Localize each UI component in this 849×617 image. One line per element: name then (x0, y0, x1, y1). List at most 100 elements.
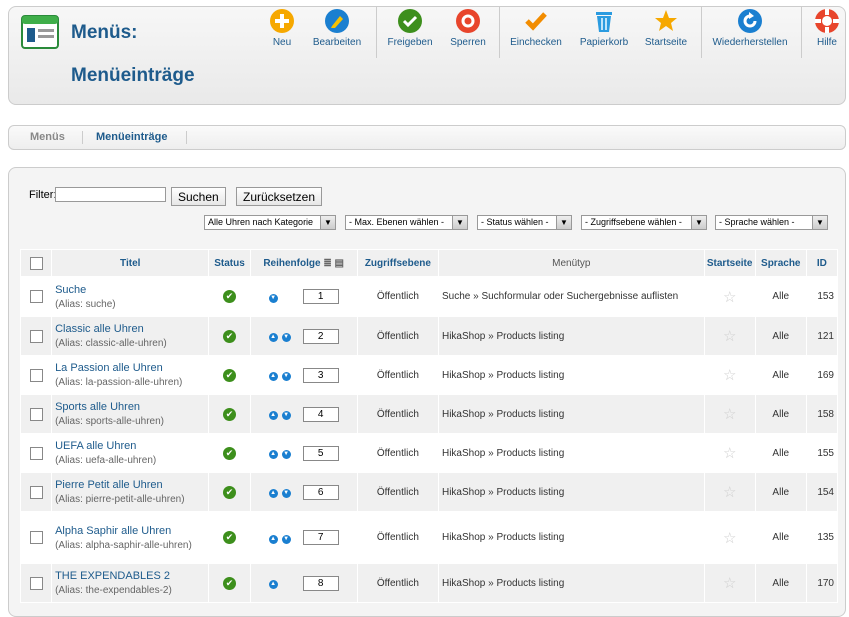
trash-button[interactable]: Papierkorb (576, 8, 632, 48)
max-levels-select[interactable]: - Max. Ebenen wählen - ▼ (345, 215, 468, 230)
row-checkbox[interactable] (29, 576, 43, 590)
language-cell: Alle (755, 395, 806, 433)
published-check-icon[interactable]: ✔ (222, 446, 236, 460)
column-header-ordering-label[interactable]: Reihenfolge (263, 258, 320, 269)
move-down-icon[interactable]: ▼ (281, 333, 291, 342)
star-icon[interactable]: ☆ (723, 289, 736, 306)
published-check-icon[interactable]: ✔ (222, 576, 236, 590)
table-row: Suche (Alias: suche) ✔ ▼ 1 Öffentlich Suche » … (21, 277, 837, 316)
column-header-title[interactable]: Titel (52, 250, 209, 276)
submenu-item-menus[interactable]: Menüs (30, 131, 65, 143)
checkin-button[interactable]: Einchecken (507, 8, 565, 48)
item-title-link[interactable]: Alpha Saphir alle Uhren (55, 525, 205, 537)
edit-button[interactable]: Bearbeiten (308, 8, 366, 48)
id-cell: 121 (806, 317, 837, 355)
move-down-icon[interactable]: ▼ (281, 534, 291, 544)
id-cell: 154 (806, 473, 837, 511)
item-title-link[interactable]: Classic alle Uhren (55, 323, 205, 335)
access-select[interactable]: - Zugriffsebene wählen - ▼ (581, 215, 707, 230)
published-check-icon[interactable]: ✔ (222, 368, 236, 382)
filter-search-input[interactable] (55, 187, 166, 202)
move-down-icon[interactable]: ▼ (281, 489, 291, 498)
published-check-icon[interactable]: ✔ (222, 485, 236, 499)
move-down-icon[interactable]: ▼ (268, 293, 278, 303)
star-icon[interactable]: ☆ (723, 575, 736, 592)
move-down-icon[interactable]: ▼ (281, 450, 291, 459)
menutype-cell: HikaShop » Products listing (438, 512, 704, 563)
access-cell: Öffentlich (357, 277, 438, 316)
published-check-icon[interactable]: ✔ (222, 290, 236, 303)
category-select[interactable]: Alle Uhren nach Kategorie ▼ (204, 215, 336, 230)
move-up-icon[interactable]: ▲ (268, 580, 278, 589)
move-up-icon[interactable]: ▲ (268, 534, 278, 544)
column-header-language[interactable]: Sprache (755, 250, 806, 276)
move-down-icon[interactable]: ▼ (281, 411, 291, 420)
help-button-label: Hilfe (816, 37, 837, 48)
row-checkbox-cell (21, 356, 52, 394)
published-check-icon[interactable]: ✔ (222, 329, 236, 343)
id-cell: 155 (806, 434, 837, 472)
table-row: Classic alle Uhren (Alias: classic-alle-u… (21, 317, 837, 355)
order-input[interactable]: 3 (302, 367, 339, 383)
item-title-link[interactable]: Pierre Petit alle Uhren (55, 479, 205, 491)
column-header-id[interactable]: ID (806, 250, 837, 276)
row-checkbox-cell (21, 277, 52, 316)
item-alias: (Alias: la-passion-alle-uhren) (55, 377, 183, 388)
title-cell: Sports alle Uhren (Alias: sports-alle-uhr… (52, 395, 209, 433)
column-header-status[interactable]: Status (209, 250, 250, 276)
row-checkbox[interactable] (29, 407, 43, 421)
move-up-icon[interactable]: ▲ (268, 372, 278, 381)
reset-button[interactable]: Zurücksetzen (236, 187, 323, 206)
order-input[interactable]: 1 (302, 289, 339, 304)
star-icon[interactable]: ☆ (723, 367, 736, 384)
status-select[interactable]: - Status wählen - ▼ (477, 215, 572, 230)
table-row: La Passion alle Uhren (Alias: la-passion-… (21, 356, 837, 394)
item-title-link[interactable]: THE EXPENDABLES 2 (55, 570, 205, 582)
row-checkbox[interactable] (29, 446, 43, 460)
column-header-home[interactable]: Startseite (704, 250, 755, 276)
publish-button[interactable]: Freigeben (383, 8, 437, 48)
row-checkbox[interactable] (29, 531, 43, 544)
order-input[interactable]: 7 (302, 530, 339, 545)
star-icon[interactable]: ☆ (723, 484, 736, 501)
unpublish-button[interactable]: Sperren (446, 8, 490, 48)
save-order-icon[interactable]: ▤ (335, 258, 344, 269)
move-down-icon[interactable]: ▼ (281, 372, 291, 381)
item-title-link[interactable]: UEFA alle Uhren (55, 440, 205, 452)
help-button[interactable]: Hilfe (812, 8, 842, 48)
status-cell: ✔ (209, 473, 250, 511)
item-title-link[interactable]: Suche (55, 284, 205, 296)
select-all-checkbox[interactable] (29, 256, 43, 270)
move-up-icon[interactable]: ▲ (268, 450, 278, 459)
restore-button[interactable]: Wiederherstellen (708, 8, 792, 48)
submenu-item-menu-items[interactable]: Menüeinträge (96, 131, 168, 143)
search-button[interactable]: Suchen (171, 187, 226, 206)
item-title-link[interactable]: Sports alle Uhren (55, 401, 205, 413)
row-checkbox[interactable] (29, 290, 43, 303)
sort-icon[interactable]: ≣ (323, 258, 331, 269)
star-icon[interactable]: ☆ (723, 445, 736, 462)
order-input[interactable]: 2 (302, 328, 339, 344)
star-icon[interactable]: ☆ (723, 406, 736, 423)
move-up-icon[interactable]: ▲ (268, 489, 278, 498)
new-button[interactable]: Neu (263, 8, 301, 48)
order-input[interactable]: 8 (302, 575, 339, 591)
published-check-icon[interactable]: ✔ (222, 407, 236, 421)
row-checkbox[interactable] (29, 329, 43, 343)
star-icon[interactable]: ☆ (723, 530, 736, 547)
published-check-icon[interactable]: ✔ (222, 531, 236, 544)
language-select[interactable]: - Sprache wählen - ▼ (715, 215, 828, 230)
item-title-link[interactable]: La Passion alle Uhren (55, 362, 205, 374)
category-select-value: Alle Uhren nach Kategorie (208, 217, 314, 227)
move-up-icon[interactable]: ▲ (268, 411, 278, 420)
row-checkbox[interactable] (29, 485, 43, 499)
order-input[interactable]: 4 (302, 406, 339, 422)
order-input[interactable]: 5 (302, 445, 339, 461)
row-checkbox[interactable] (29, 368, 43, 382)
page-title: Menüs: (71, 22, 138, 43)
order-input[interactable]: 6 (302, 484, 339, 500)
column-header-access[interactable]: Zugriffsebene (357, 250, 438, 276)
home-button[interactable]: Startseite (640, 8, 692, 48)
star-icon[interactable]: ☆ (723, 328, 736, 345)
move-up-icon[interactable]: ▲ (268, 333, 278, 342)
